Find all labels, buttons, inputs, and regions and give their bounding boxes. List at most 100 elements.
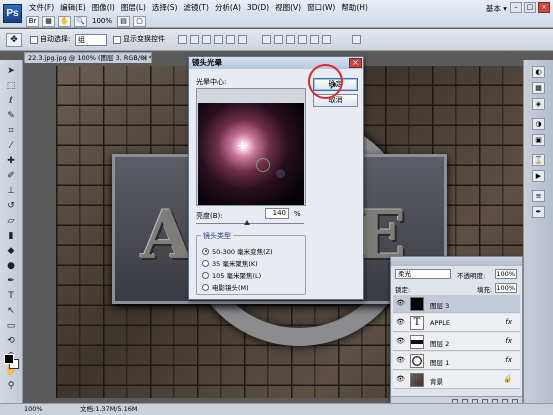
align-left-icon[interactable] [214, 35, 223, 44]
mini-bridge-icon[interactable]: ▦ [42, 15, 55, 27]
styles-panel-icon[interactable]: ◈ [532, 98, 545, 110]
foreground-color-swatch[interactable] [4, 354, 14, 364]
dialog-close-icon[interactable]: × [349, 58, 362, 68]
align-top-icon[interactable] [178, 35, 187, 44]
opacity-input[interactable]: 100% [495, 269, 517, 279]
fx-icon[interactable]: fx [505, 337, 512, 345]
menu-window[interactable]: 窗口(W) [304, 2, 338, 14]
layer-row[interactable]: 👁 图层 2 fx [393, 333, 520, 351]
flare-preview[interactable] [198, 103, 304, 205]
paths-panel-icon[interactable]: ✒ [532, 206, 545, 218]
distribute-left-icon[interactable] [298, 35, 307, 44]
minimize-icon[interactable]: – [510, 2, 522, 13]
align-right-icon[interactable] [238, 35, 247, 44]
clone-stamp-icon[interactable]: ⊥ [4, 185, 18, 197]
zoom-tool-icon[interactable]: ⚲ [4, 380, 18, 392]
lens-option[interactable]: 105 毫米聚焦(L) [202, 270, 261, 280]
healing-brush-icon[interactable]: ✚ [4, 155, 18, 167]
gradient-tool-icon[interactable]: ▮ [4, 230, 18, 242]
zoom-level[interactable]: 100% [90, 16, 114, 27]
menu-edit[interactable]: 编辑(E) [57, 2, 89, 14]
fx-icon[interactable]: fx [505, 356, 512, 364]
distribute-bottom-icon[interactable] [286, 35, 295, 44]
menu-analysis[interactable]: 分析(A) [212, 2, 244, 14]
fx-icon[interactable]: fx [505, 318, 512, 326]
actions-panel-icon[interactable]: ▶ [532, 170, 545, 182]
radio-button[interactable] [202, 271, 209, 279]
crop-tool-icon[interactable]: ⌗ [4, 125, 18, 137]
menu-help[interactable]: 帮助(H) [338, 2, 371, 14]
lasso-tool-icon[interactable]: ℓ [4, 95, 18, 107]
maximize-icon[interactable]: □ [524, 2, 536, 13]
history-panel-icon[interactable]: ⌛ [532, 154, 545, 166]
menu-image[interactable]: 图像(I) [89, 2, 118, 14]
distribute-top-icon[interactable] [262, 35, 271, 44]
status-doc-info[interactable]: 文档:1.37M/5.16M [80, 404, 138, 415]
eye-icon[interactable]: 👁 [396, 319, 406, 326]
distribute-right-icon[interactable] [322, 35, 331, 44]
brightness-slider-thumb[interactable] [243, 220, 250, 225]
layer-row[interactable]: 👁 T APPLE fx [393, 314, 520, 332]
auto-select-dropdown[interactable]: 组 [75, 34, 107, 46]
layers-panel-header[interactable] [391, 257, 522, 266]
blur-tool-icon[interactable]: ◆ [4, 245, 18, 257]
align-hcenter-icon[interactable] [226, 35, 235, 44]
eraser-tool-icon[interactable]: ▱ [4, 215, 18, 227]
eye-icon[interactable]: 👁 [396, 376, 406, 383]
close-tab-icon[interactable]: × [143, 53, 148, 63]
blend-mode-dropdown[interactable]: 柔光 [395, 269, 451, 279]
distribute-vcenter-icon[interactable] [274, 35, 283, 44]
menu-3d[interactable]: 3D(D) [244, 2, 272, 14]
lens-option[interactable]: 电影镜头(M) [202, 282, 249, 292]
pen-tool-icon[interactable]: ✒ [4, 275, 18, 287]
dodge-tool-icon[interactable]: ● [4, 260, 18, 272]
workspace-switcher[interactable]: 基本 ▾ [486, 3, 507, 14]
brush-tool-icon[interactable]: ✐ [4, 170, 18, 182]
move-tool-icon[interactable]: ➤ [4, 65, 18, 77]
marquee-tool-icon[interactable]: ⬚ [4, 80, 18, 92]
brightness-input[interactable]: 140 [265, 208, 289, 219]
show-transform-checkbox[interactable] [113, 36, 121, 44]
status-zoom[interactable]: 100% [24, 404, 43, 415]
path-select-icon[interactable]: ↖ [4, 305, 18, 317]
radio-button[interactable] [202, 283, 209, 291]
swatches-panel-icon[interactable]: ▦ [532, 82, 545, 94]
radio-button[interactable] [202, 259, 209, 267]
quick-select-tool-icon[interactable]: ✎ [4, 110, 18, 122]
close-icon[interactable]: × [538, 2, 550, 13]
shape-tool-icon[interactable]: ▭ [4, 320, 18, 332]
layer-row[interactable]: 👁 图层 3 [393, 295, 520, 313]
zoom-tool-icon[interactable]: 🔍 [74, 15, 87, 27]
menu-select[interactable]: 选择(S) [149, 2, 181, 14]
eyedropper-tool-icon[interactable]: ⁄ [4, 140, 18, 152]
eye-icon[interactable]: 👁 [396, 338, 406, 345]
history-brush-icon[interactable]: ↺ [4, 200, 18, 212]
eye-icon[interactable]: 👁 [396, 357, 406, 364]
lens-option[interactable]: 35 毫米聚焦(K) [202, 258, 258, 268]
fill-input[interactable]: 100% [495, 283, 517, 293]
auto-select-checkbox[interactable] [30, 36, 38, 44]
move-tool-icon[interactable]: ✥ [6, 33, 22, 47]
color-panel-icon[interactable]: ◐ [532, 66, 545, 78]
hand-tool-icon[interactable]: ✋ [58, 15, 71, 27]
flare-center-crosshair-icon[interactable] [238, 141, 248, 151]
type-tool-icon[interactable]: T [4, 290, 18, 302]
arrange-icon[interactable]: ▤ [117, 15, 131, 27]
radio-button[interactable] [202, 247, 209, 255]
menu-file[interactable]: 文件(F) [26, 2, 57, 14]
bridge-icon[interactable]: Br [26, 15, 39, 27]
auto-align-icon[interactable] [352, 35, 361, 44]
distribute-hcenter-icon[interactable] [310, 35, 319, 44]
eye-icon[interactable]: 👁 [396, 300, 406, 307]
document-tab[interactable]: 22.3.jpg.jpg @ 100% (图层 3, RGB/8) * × [24, 52, 152, 63]
menu-filter[interactable]: 滤镜(T) [181, 2, 212, 14]
menu-view[interactable]: 视图(V) [272, 2, 304, 14]
layer-row[interactable]: 👁 背景 🔒 [393, 371, 520, 389]
menu-layer[interactable]: 图层(L) [118, 2, 149, 14]
brightness-slider-track[interactable] [196, 223, 304, 224]
3d-rotate-icon[interactable]: ⟲ [4, 335, 18, 347]
layer-row[interactable]: 👁 图层 1 fx [393, 352, 520, 370]
adjustments-panel-icon[interactable]: ◑ [532, 118, 545, 130]
masks-panel-icon[interactable]: ▣ [532, 134, 545, 146]
channels-panel-icon[interactable]: ≡ [532, 190, 545, 202]
